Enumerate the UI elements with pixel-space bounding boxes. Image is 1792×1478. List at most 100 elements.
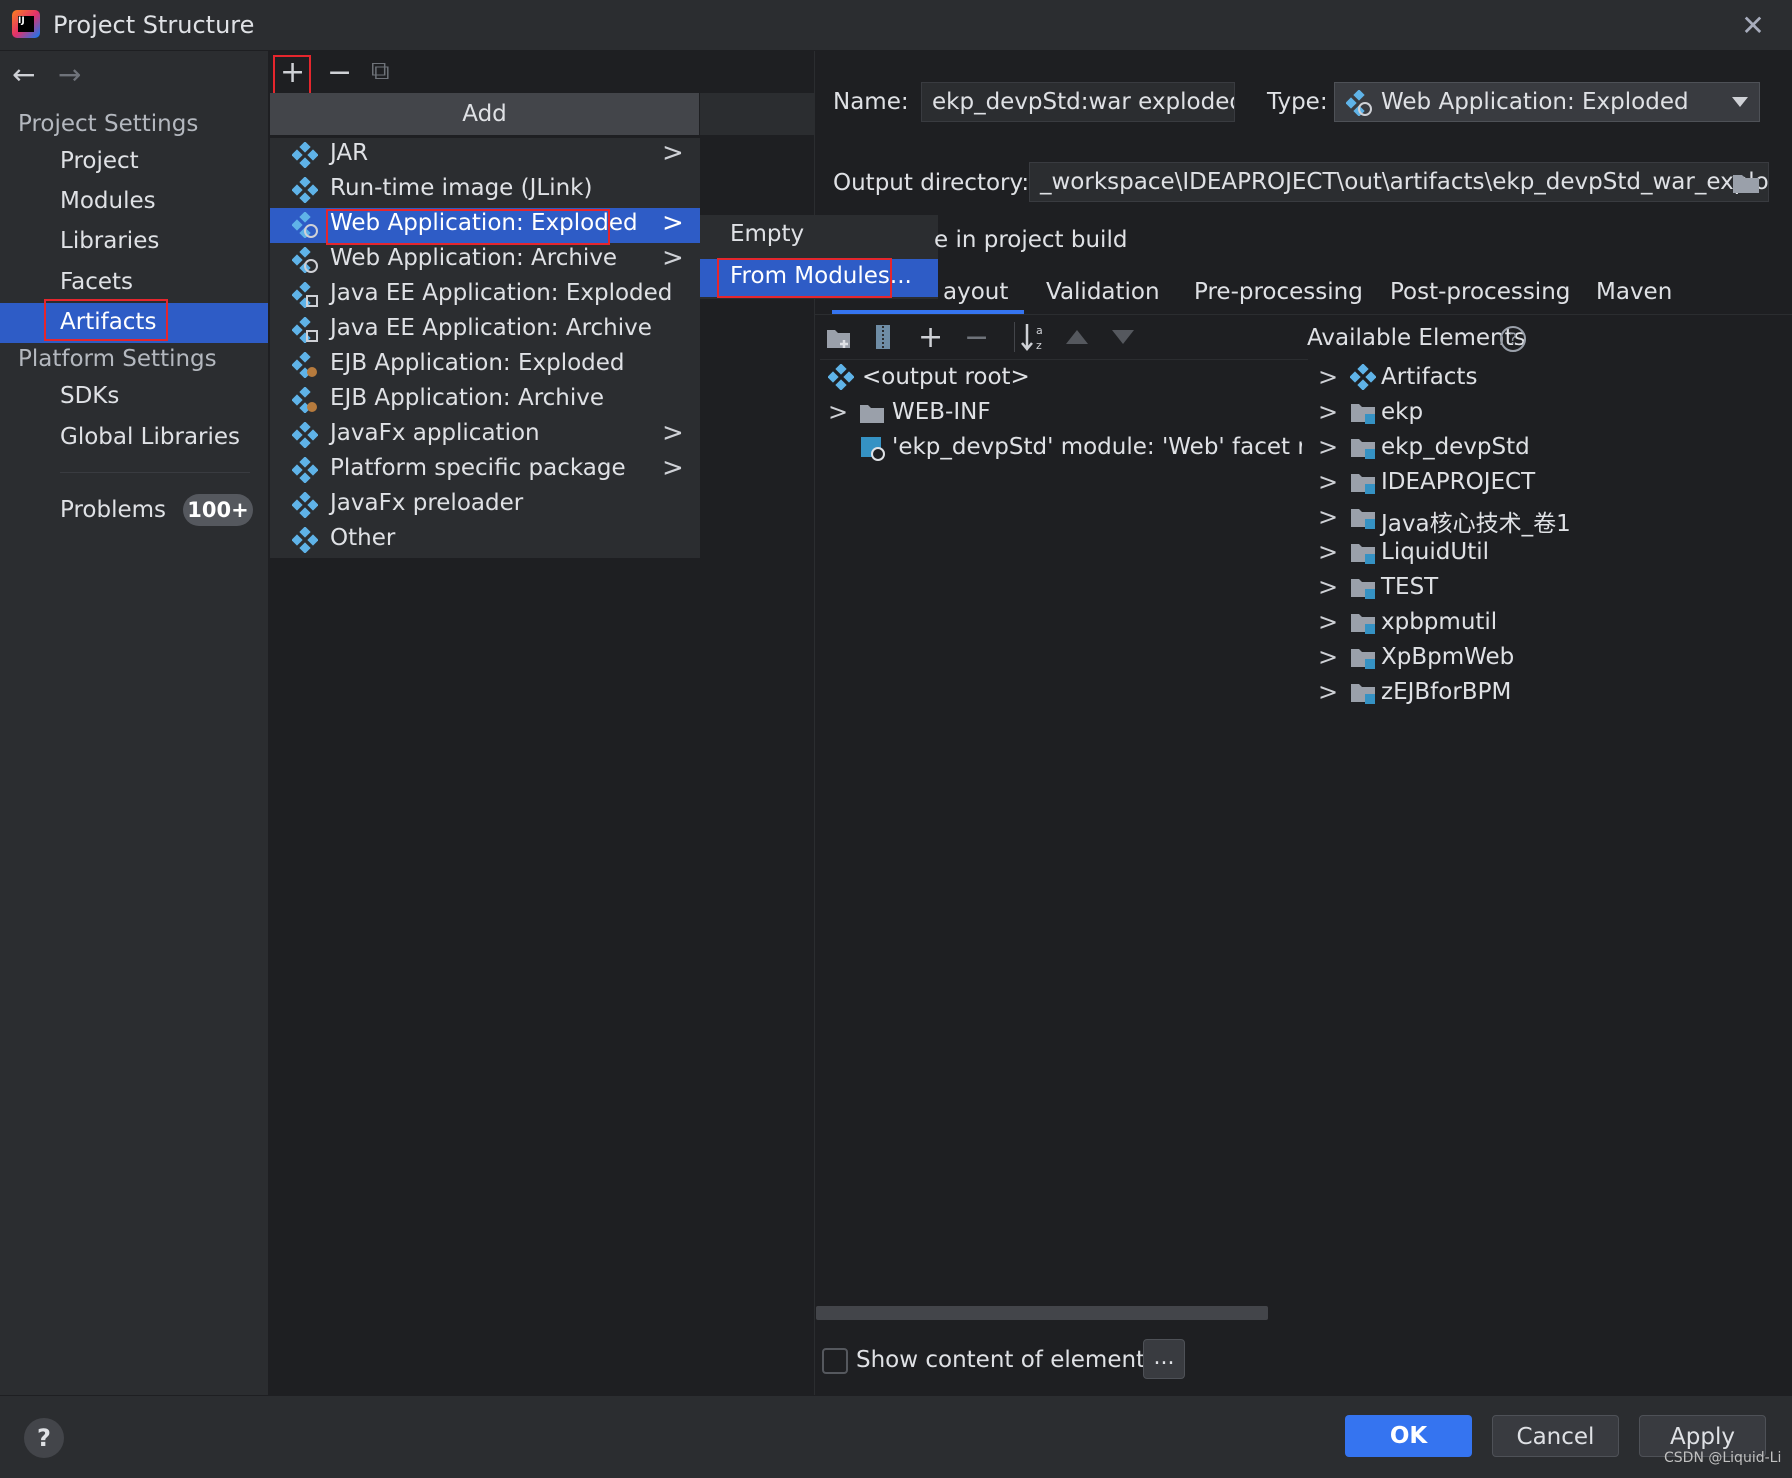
tree-row-web-inf[interactable]: WEB-INF — [892, 399, 991, 425]
chevron-right-icon[interactable]: > — [1318, 573, 1338, 601]
available-item-zejbforbpm[interactable]: zEJBforBPM — [1381, 679, 1511, 705]
move-up-icon[interactable] — [1066, 330, 1088, 344]
chevron-right-icon[interactable]: > — [1318, 503, 1338, 531]
more-options-button[interactable]: ... — [1143, 1339, 1185, 1379]
menu-item-javaee-archive[interactable]: Java EE Application: Archive — [270, 313, 700, 348]
svg-text:z: z — [1036, 339, 1042, 352]
window-title: Project Structure — [53, 11, 255, 39]
available-item-java-core[interactable]: Java核心技术_卷1 — [1381, 504, 1571, 538]
menu-item-ejb-archive[interactable]: EJB Application: Archive — [270, 383, 700, 418]
menu-item-jar[interactable]: JAR > — [270, 138, 700, 173]
available-item-ekp-devpstd[interactable]: ekp_devpStd — [1381, 434, 1530, 460]
cancel-button[interactable]: Cancel — [1492, 1415, 1619, 1457]
sidebar-item-global-libraries[interactable]: Global Libraries — [60, 424, 240, 450]
chevron-right-icon[interactable]: > — [1318, 468, 1338, 496]
type-label: Type: — [1267, 89, 1328, 115]
remove-icon[interactable]: − — [327, 55, 352, 90]
help-icon[interactable]: ? — [1500, 326, 1526, 352]
chevron-right-icon[interactable]: > — [1318, 538, 1338, 566]
help-icon[interactable]: ? — [24, 1418, 64, 1458]
submenu-item-empty[interactable]: Empty — [700, 217, 938, 255]
tab-post-processing[interactable]: Post-processing — [1390, 279, 1570, 305]
copy-icon[interactable]: ⧉ — [371, 56, 390, 87]
tab-validation[interactable]: Validation — [1046, 279, 1160, 305]
move-down-icon[interactable] — [1112, 330, 1134, 344]
chevron-right-icon[interactable]: > — [1318, 643, 1338, 671]
module-folder-icon — [1351, 474, 1375, 494]
tab-pre-processing[interactable]: Pre-processing — [1194, 279, 1363, 305]
menu-item-runtime-image[interactable]: Run-time image (JLink) — [270, 173, 700, 208]
submenu-item-label: Empty — [730, 221, 805, 247]
archive-icon[interactable] — [873, 324, 893, 350]
folder-open-icon[interactable] — [1732, 172, 1760, 194]
tab-output-layout[interactable]: ayout — [943, 279, 1008, 305]
output-directory-input[interactable]: _workspace\IDEAPROJECT\out\artifacts\ekp… — [1029, 162, 1769, 202]
new-directory-icon[interactable] — [826, 326, 852, 350]
type-select[interactable]: Web Application: Exploded — [1334, 82, 1760, 122]
add-element-icon[interactable]: + — [918, 320, 943, 355]
highlight-box-from-modules — [717, 258, 892, 298]
module-folder-icon — [1351, 579, 1375, 599]
module-folder-icon — [1351, 439, 1375, 459]
layout-tree-divider — [820, 359, 1308, 360]
menu-item-javafx-application[interactable]: JavaFx application > — [270, 418, 700, 453]
name-input[interactable]: ekp_devpStd:war exploded — [921, 82, 1235, 122]
show-content-checkbox[interactable] — [822, 1348, 848, 1374]
chevron-right-icon[interactable]: > — [1318, 678, 1338, 706]
back-arrow-icon[interactable]: ← — [12, 58, 35, 91]
artifact-icon — [292, 177, 318, 203]
menu-item-javafx-preloader[interactable]: JavaFx preloader — [270, 488, 700, 523]
available-item-xpbpmweb[interactable]: XpBpmWeb — [1381, 644, 1514, 670]
output-directory-label: Output directory: — [833, 170, 1030, 196]
available-item-xpbpmutil[interactable]: xpbpmutil — [1381, 609, 1497, 635]
menu-item-platform-package[interactable]: Platform specific package > — [270, 453, 700, 488]
tab-maven[interactable]: Maven — [1596, 279, 1672, 305]
chevron-right-icon[interactable]: > — [1318, 433, 1338, 461]
folder-icon — [860, 405, 884, 423]
sidebar-item-sdks[interactable]: SDKs — [60, 383, 119, 409]
chevron-right-icon[interactable]: > — [1318, 363, 1338, 391]
menu-item-web-app-archive[interactable]: Web Application: Archive > — [270, 243, 700, 278]
tree-row-output-root[interactable]: <output root> — [862, 364, 1030, 390]
artifact-icon — [292, 142, 318, 168]
name-label: Name: — [833, 89, 909, 115]
ok-button[interactable]: OK — [1345, 1415, 1472, 1457]
sidebar-item-facets[interactable]: Facets — [60, 269, 133, 295]
javaee-icon — [292, 317, 318, 343]
sort-icon[interactable]: az — [1020, 322, 1048, 352]
artifact-icon — [292, 492, 318, 518]
include-in-build-label[interactable]: e in project build — [934, 227, 1127, 253]
available-item-test[interactable]: TEST — [1381, 574, 1438, 600]
menu-item-other[interactable]: Other — [270, 523, 700, 558]
sidebar-item-modules[interactable]: Modules — [60, 188, 156, 214]
sidebar-item-problems[interactable]: Problems — [60, 497, 166, 523]
ejb-icon — [292, 387, 317, 413]
horizontal-scrollbar[interactable] — [816, 1306, 1268, 1320]
forward-arrow-icon[interactable]: → — [58, 58, 81, 91]
menu-item-ejb-exploded[interactable]: EJB Application: Exploded — [270, 348, 700, 383]
menu-item-label: Web Application: Archive — [330, 245, 618, 271]
highlight-box-artifacts — [44, 299, 168, 341]
platform-settings-heading: Platform Settings — [18, 346, 217, 372]
chevron-right-icon[interactable]: > — [1318, 398, 1338, 426]
available-item-liquidutil[interactable]: LiquidUtil — [1381, 539, 1489, 565]
available-item-ekp[interactable]: ekp — [1381, 399, 1423, 425]
intellij-logo-icon: IJ — [12, 10, 40, 38]
sidebar-item-libraries[interactable]: Libraries — [60, 228, 159, 254]
remove-element-icon[interactable]: − — [964, 320, 989, 355]
project-settings-heading: Project Settings — [18, 111, 199, 137]
chevron-right-icon[interactable]: > — [828, 398, 848, 426]
close-icon[interactable]: ✕ — [1735, 8, 1771, 44]
menu-item-label: Other — [330, 525, 396, 551]
artifact-icon — [292, 527, 318, 553]
chevron-right-icon[interactable]: > — [1318, 608, 1338, 636]
menu-item-label: EJB Application: Archive — [330, 385, 605, 411]
chevron-right-icon: > — [662, 418, 684, 448]
tree-row-module-resources[interactable]: 'ekp_devpStd' module: 'Web' facet resour — [892, 434, 1302, 460]
highlight-box-web-app-exploded — [326, 209, 610, 245]
problems-count-badge: 100+ — [183, 494, 253, 526]
available-item-artifacts[interactable]: Artifacts — [1381, 364, 1477, 390]
sidebar-item-project[interactable]: Project — [60, 148, 139, 174]
available-item-ideaproject[interactable]: IDEAPROJECT — [1381, 469, 1535, 495]
menu-item-javaee-exploded[interactable]: Java EE Application: Exploded — [270, 278, 700, 313]
